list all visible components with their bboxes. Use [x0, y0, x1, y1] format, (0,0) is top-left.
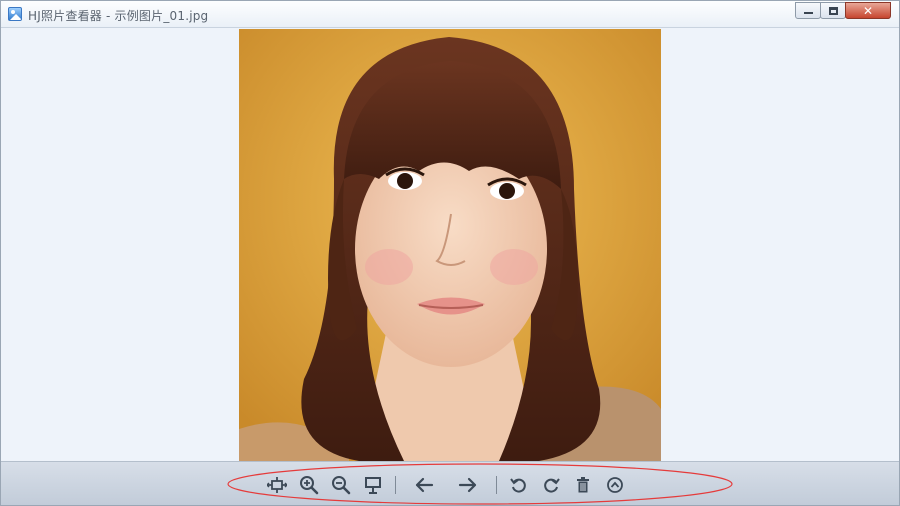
portrait-image: [239, 29, 661, 461]
title-bar: HJ照片查看器 - 示例图片_01.jpg ✕: [1, 1, 899, 28]
previous-button[interactable]: [402, 472, 446, 498]
slideshow-icon: [365, 477, 381, 494]
displayed-photo[interactable]: [239, 29, 661, 461]
rotate-left-button[interactable]: [503, 472, 535, 498]
minimize-icon: [803, 12, 813, 14]
delete-button[interactable]: [567, 472, 599, 498]
minimize-button[interactable]: [795, 2, 821, 19]
next-button[interactable]: [446, 472, 490, 498]
zoom-in-icon: [300, 476, 319, 495]
more-button[interactable]: [599, 472, 631, 498]
more-icon: [607, 477, 623, 493]
rotate-right-button[interactable]: [535, 472, 567, 498]
next-icon: [458, 477, 477, 493]
close-icon: ✕: [862, 3, 874, 18]
image-stage: [1, 29, 899, 461]
window-title: HJ照片查看器 - 示例图片_01.jpg: [28, 9, 209, 23]
rotate-right-icon: [544, 478, 560, 493]
bottom-toolbar: [1, 461, 899, 505]
fit-window-icon: [267, 477, 287, 493]
viewer-window: HJ照片查看器 - 示例图片_01.jpg ✕: [0, 0, 900, 506]
zoom-in-button[interactable]: [293, 472, 325, 498]
toolbar-separator: [496, 476, 497, 494]
app-photo-icon: [8, 7, 22, 21]
previous-icon: [415, 477, 434, 493]
slideshow-button[interactable]: [357, 472, 389, 498]
toolbar-buttons: [261, 472, 631, 498]
zoom-out-button[interactable]: [325, 472, 357, 498]
toolbar-separator: [395, 476, 396, 494]
close-button[interactable]: ✕: [845, 2, 891, 19]
delete-icon: [577, 477, 589, 493]
fit-window-button[interactable]: [261, 472, 293, 498]
rotate-left-icon: [510, 478, 526, 493]
zoom-out-icon: [332, 476, 351, 495]
maximize-button[interactable]: [820, 2, 846, 19]
window-controls: ✕: [795, 2, 891, 20]
maximize-icon: [828, 6, 838, 15]
